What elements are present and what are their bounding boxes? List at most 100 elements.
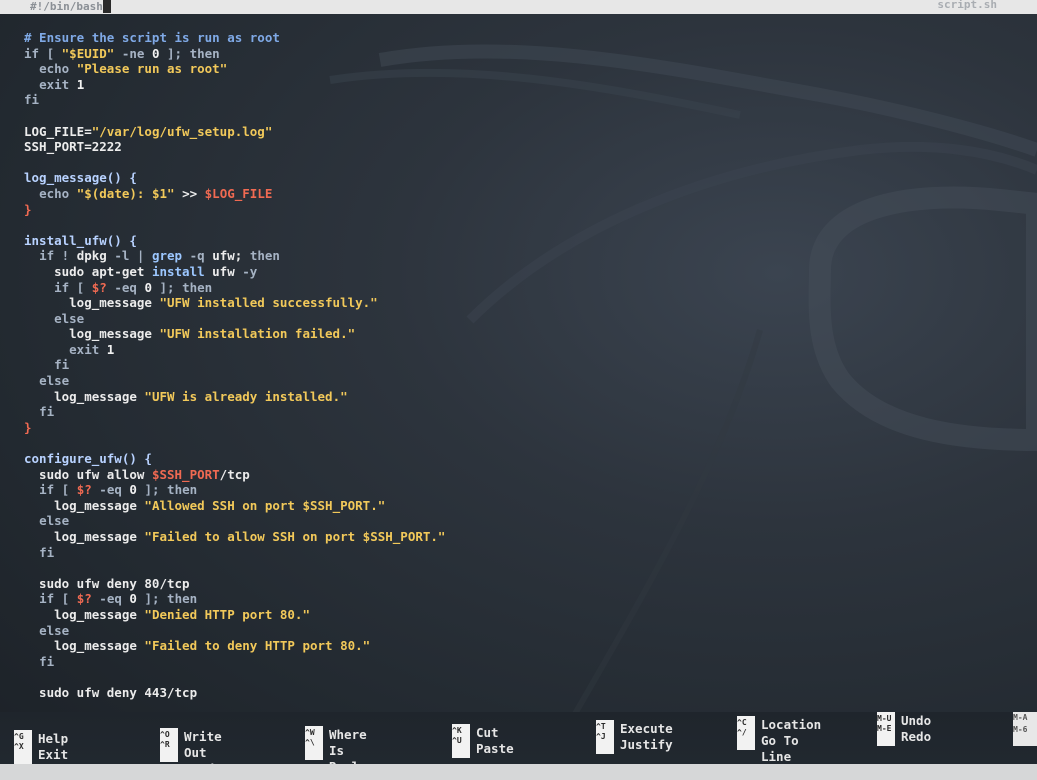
code-line[interactable]: [24, 669, 445, 685]
code-line[interactable]: echo "Please run as root": [24, 61, 445, 77]
code-line[interactable]: SSH_PORT=2222: [24, 139, 445, 155]
code-line[interactable]: exit 1: [24, 342, 445, 358]
code-token-kw: -y: [242, 263, 258, 279]
code-token-plain: SSH_PORT=2222: [24, 139, 122, 155]
shortcut-label[interactable]: Redo: [901, 729, 931, 745]
code-token-plain: ufw;: [212, 248, 250, 264]
code-line[interactable]: log_message "UFW is already installed.": [24, 389, 445, 405]
shortcut-key-badge: ^W ^\: [305, 726, 323, 760]
code-token-plain: log_message: [24, 497, 145, 513]
code-line[interactable]: }: [24, 420, 445, 436]
code-line[interactable]: install_ufw() {: [24, 233, 445, 249]
code-line[interactable]: log_message "Allowed SSH on port $SSH_PO…: [24, 498, 445, 514]
shortcut-label[interactable]: Execute: [620, 721, 673, 737]
code-line[interactable]: sudo ufw allow $SSH_PORT/tcp: [24, 467, 445, 483]
code-line[interactable]: exit 1: [24, 77, 445, 93]
shortcut-label[interactable]: Justify: [620, 737, 673, 753]
shortcut-labels: Location Go To Line: [761, 717, 821, 765]
code-line[interactable]: if [ $? -eq 0 ]; then: [24, 482, 445, 498]
code-line[interactable]: log_message "UFW installed successfully.…: [24, 295, 445, 311]
shortcut-key: ^T: [596, 722, 606, 731]
shortcut-labels: Help Exit: [38, 731, 68, 763]
shortcut-label[interactable]: Exit: [38, 747, 68, 763]
shortcut-label[interactable]: Go To Line: [761, 733, 821, 765]
code-line[interactable]: log_message "Failed to allow SSH on port…: [24, 529, 445, 545]
code-line[interactable]: else: [24, 513, 445, 529]
code-line[interactable]: }: [24, 202, 445, 218]
title-bar: #!/bin/bash script.sh: [0, 0, 1037, 14]
code-line[interactable]: echo "$(date): $1" >> $LOG_FILE: [24, 186, 445, 202]
code-line[interactable]: else: [24, 311, 445, 327]
shortcut-label[interactable]: Help: [38, 731, 68, 747]
code-line[interactable]: if [ "$EUID" -ne 0 ]; then: [24, 46, 445, 62]
code-line[interactable]: fi: [24, 404, 445, 420]
code-token-kw: then: [249, 248, 280, 264]
code-line[interactable]: if ! dpkg -l | grep -q ufw; then: [24, 248, 445, 264]
shortcut-label[interactable]: Location: [761, 717, 821, 733]
code-line[interactable]: fi: [24, 92, 445, 108]
code-token-plain: ufw: [204, 263, 243, 279]
code-token-str: "$EUID": [61, 45, 115, 61]
shortcut-label[interactable]: Paste: [476, 741, 514, 757]
code-token-plain: /tcp: [219, 466, 250, 482]
code-token-plain: log_message: [24, 326, 160, 342]
code-line[interactable]: LOG_FILE="/var/log/ufw_setup.log": [24, 124, 445, 140]
shortcut-key: ^R: [160, 740, 170, 749]
code-line[interactable]: log_message "Failed to deny HTTP port 80…: [24, 638, 445, 654]
code-editor[interactable]: # Ensure the script is run as root if [ "…: [24, 30, 445, 701]
shortcut-label[interactable]: Undo: [901, 713, 931, 729]
code-token-plain: >>: [174, 185, 205, 201]
code-line[interactable]: sudo apt-get install ufw -y: [24, 264, 445, 280]
screen-bezel: [0, 764, 1037, 780]
code-token-kw: if [: [24, 45, 62, 61]
code-line[interactable]: fi: [24, 357, 445, 373]
code-line[interactable]: # Ensure the script is run as root: [24, 30, 445, 46]
code-line[interactable]: configure_ufw() {: [24, 451, 445, 467]
shortcut-key-badge: ^T ^J: [596, 720, 614, 754]
code-line[interactable]: log_message "UFW installation failed.": [24, 326, 445, 342]
code-token-plain: log_message: [24, 295, 160, 311]
code-token-str: "UFW installed successfully.": [159, 295, 378, 311]
code-line[interactable]: [24, 560, 445, 576]
code-line[interactable]: [24, 108, 445, 124]
code-line[interactable]: else: [24, 373, 445, 389]
code-token-plain: log_message: [24, 606, 145, 622]
shortcut-key: M-E: [877, 724, 892, 733]
code-token-str: "Failed to deny HTTP port 80.": [144, 638, 371, 654]
code-token-str: "UFW is already installed.": [144, 388, 348, 404]
code-line[interactable]: sudo ufw deny 443/tcp: [24, 685, 445, 701]
shortcut-label[interactable]: Cut: [476, 725, 514, 741]
code-line[interactable]: fi: [24, 545, 445, 561]
shortcut-label[interactable]: Write Out: [184, 729, 222, 761]
code-line[interactable]: fi: [24, 654, 445, 670]
code-token-kw: ]; then: [151, 279, 213, 295]
code-line[interactable]: [24, 217, 445, 233]
code-token-kw: exit: [69, 341, 107, 357]
code-token-kw: else: [39, 513, 70, 529]
code-line[interactable]: log_message "Denied HTTP port 80.": [24, 607, 445, 623]
code-token-kw: else: [39, 622, 70, 638]
code-line[interactable]: if [ $? -eq 0 ]; then: [24, 280, 445, 296]
code-line[interactable]: log_message() {: [24, 170, 445, 186]
shortcut-key: ^O: [160, 730, 170, 739]
code-token-plain: log_message: [24, 388, 145, 404]
code-token-kw: if [: [54, 279, 92, 295]
code-token-str: "Denied HTTP port 80.": [144, 606, 310, 622]
nano-editor-screen: #!/bin/bash script.sh # Ensure the scrip…: [0, 0, 1037, 780]
code-line[interactable]: [24, 435, 445, 451]
code-token-kw: echo: [39, 61, 77, 77]
code-line[interactable]: if [ $? -eq 0 ]; then: [24, 591, 445, 607]
shortcut-key: ^C: [737, 718, 747, 727]
code-line[interactable]: [24, 155, 445, 171]
code-token-num: 0: [129, 591, 137, 607]
code-token-var: $LOG_FILE: [204, 185, 273, 201]
shortcut-label[interactable]: Where Is: [329, 727, 382, 759]
code-line[interactable]: sudo ufw deny 80/tcp: [24, 576, 445, 592]
code-line[interactable]: else: [24, 623, 445, 639]
